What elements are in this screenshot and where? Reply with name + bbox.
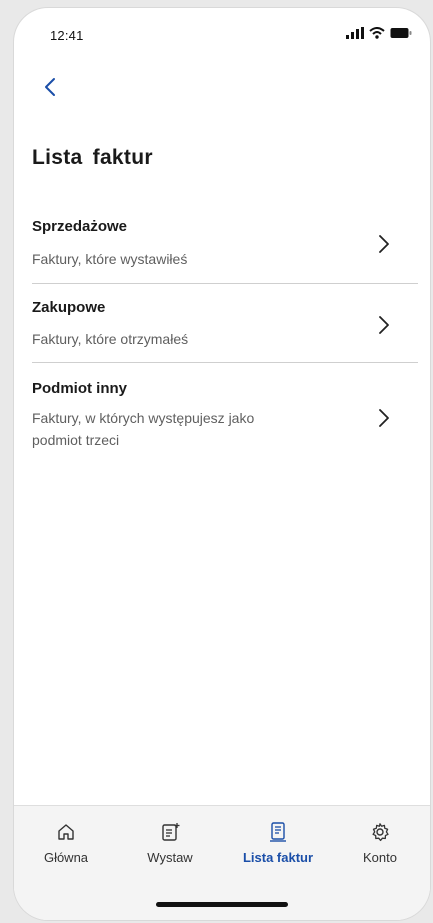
- nav-item-wystaw[interactable]: Wystaw: [120, 820, 220, 865]
- list-item-subtitle: Faktury, które wystawiłeś: [32, 251, 188, 267]
- battery-icon: [390, 27, 412, 39]
- chevron-left-icon: [44, 77, 56, 102]
- invoice-list-icon: [228, 820, 328, 844]
- signal-icon: [346, 27, 364, 39]
- chevron-right-icon: [378, 315, 390, 335]
- phone-screen: 12:41 Lista faktur Sprzedażowe Faktury, …: [14, 8, 430, 920]
- status-time: 12:41: [50, 28, 84, 43]
- nav-label: Konto: [363, 850, 397, 865]
- nav-item-lista-faktur[interactable]: Lista faktur: [228, 820, 328, 865]
- chevron-right-icon: [378, 234, 390, 254]
- nav-label: Główna: [43, 850, 89, 865]
- nav-label: Wystaw: [147, 850, 193, 865]
- page-title: Lista faktur: [32, 146, 153, 169]
- nav-item-konto[interactable]: Konto: [330, 820, 430, 865]
- status-bar: 12:41: [14, 8, 430, 60]
- nav-item-glowna[interactable]: Główna: [16, 820, 116, 865]
- list-item-title: Podmiot inny: [32, 380, 127, 397]
- divider: [32, 362, 418, 363]
- back-button[interactable]: [36, 74, 64, 104]
- divider: [32, 283, 418, 284]
- gear-icon: [330, 820, 430, 844]
- list-item-sprzedazowe[interactable]: Sprzedażowe Faktury, które wystawiłeś: [32, 208, 418, 274]
- wifi-icon: [369, 27, 385, 39]
- nav-label: Lista faktur: [242, 850, 314, 865]
- status-icons: [346, 27, 412, 39]
- list-item-zakupowe[interactable]: Zakupowe Faktury, które otrzymałeś: [32, 288, 418, 354]
- new-document-icon: [120, 820, 220, 844]
- home-indicator[interactable]: [156, 902, 288, 907]
- list-item-title: Zakupowe: [32, 299, 106, 316]
- list-item-title: Sprzedażowe: [32, 218, 128, 235]
- home-icon: [16, 820, 116, 844]
- list-item-subtitle: Faktury, które otrzymałeś: [32, 331, 189, 347]
- list-item-subtitle: Faktury, w których występujesz jako podm…: [32, 410, 255, 448]
- bottom-nav: Główna Wystaw Lista faktur Konto: [14, 805, 430, 920]
- chevron-right-icon: [378, 408, 390, 428]
- list-item-podmiot-inny[interactable]: Podmiot inny Faktury, w których występuj…: [32, 368, 418, 458]
